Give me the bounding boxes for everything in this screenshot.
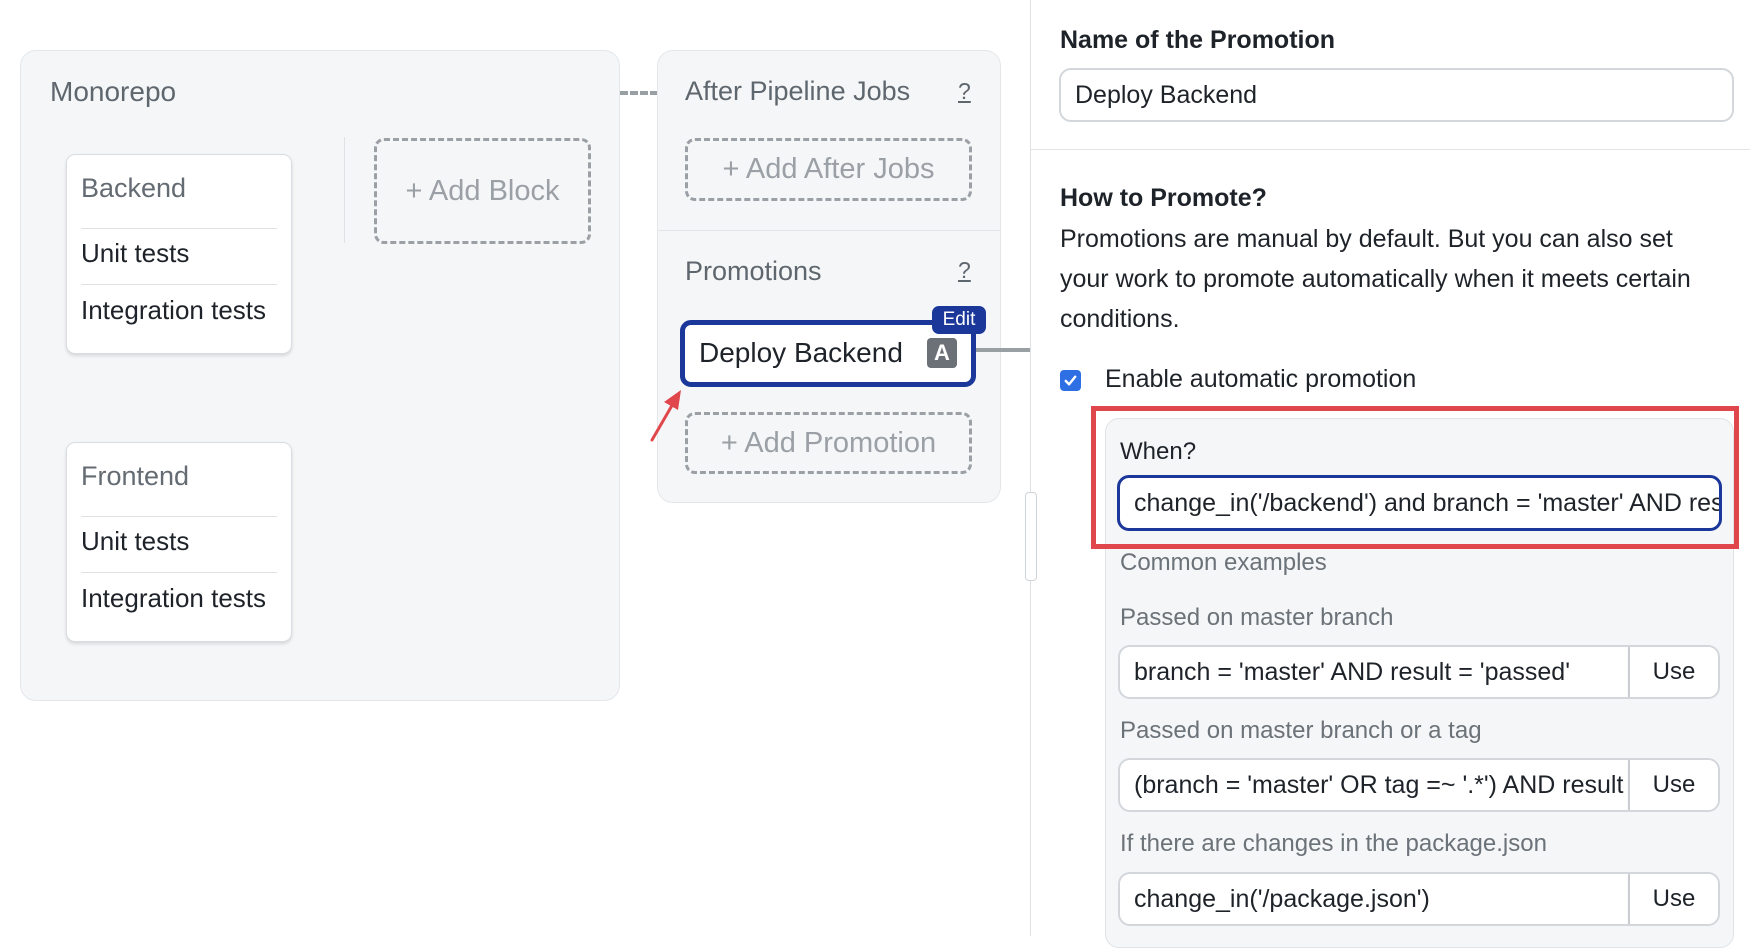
job-item[interactable]: Unit tests [81,526,189,557]
divider [81,228,277,229]
promotion-name-input[interactable]: Deploy Backend [1059,68,1734,122]
annotation-arrow-icon [650,390,681,442]
panel-resize-handle[interactable] [1025,492,1037,581]
stage-connector [620,91,658,95]
example-title: Passed on master branch [1120,604,1394,631]
use-example-button[interactable]: Use [1628,874,1718,924]
promotion-name-label: Name of the Promotion [1060,26,1336,54]
divider [81,516,277,517]
section-divider [657,230,1001,231]
auto-promotion-badge: A [927,338,957,368]
block-title: Frontend [81,461,190,491]
example-row: branch = 'master' AND result = 'passed' … [1118,645,1720,699]
use-example-button[interactable]: Use [1628,760,1718,810]
promotions-help-link[interactable]: ? [958,257,971,284]
common-examples-title: Common examples [1120,549,1327,576]
after-pipeline-title: After Pipeline Jobs [685,76,911,106]
after-pipeline-help-link[interactable]: ? [958,78,971,105]
job-item[interactable]: Integration tests [81,583,266,614]
divider [81,284,277,285]
example-title: If there are changes in the package.json [1120,830,1547,857]
example-value[interactable]: change_in('/package.json') [1120,874,1628,924]
example-value[interactable]: branch = 'master' AND result = 'passed' [1120,647,1628,697]
example-row: change_in('/package.json') Use [1118,872,1720,926]
edit-promotion-button[interactable]: Edit [932,306,986,334]
example-row: (branch = 'master' OR tag =~ '.*') AND r… [1118,758,1720,812]
block-column-divider [344,137,345,243]
highlight-annotation [1091,406,1739,549]
enable-auto-promotion-label[interactable]: Enable automatic promotion [1105,365,1416,394]
job-item[interactable]: Unit tests [81,238,189,269]
how-to-promote-title: How to Promote? [1060,184,1267,212]
add-after-jobs-button[interactable]: + Add After Jobs [685,138,972,201]
use-example-button[interactable]: Use [1628,647,1718,697]
block-title: Backend [81,173,187,203]
divider [81,572,277,573]
enable-auto-promotion-checkbox[interactable] [1060,370,1081,391]
promotion-connector [976,348,1030,352]
panel-divider [1030,0,1031,936]
checkmark-icon [1064,375,1077,386]
block-frontend[interactable]: Frontend Unit tests Integration tests [66,442,292,642]
add-promotion-button[interactable]: + Add Promotion [685,412,972,474]
add-block-button[interactable]: + Add Block [374,138,591,244]
section-divider [1031,149,1750,150]
example-value[interactable]: (branch = 'master' OR tag =~ '.*') AND r… [1120,760,1628,810]
stage-title: Monorepo [50,76,177,107]
example-title: Passed on master branch or a tag [1120,717,1482,744]
promotions-title: Promotions [685,256,822,286]
promotion-name: Deploy Backend [699,337,903,368]
how-to-promote-description: Promotions are manual by default. But yo… [1060,225,1691,333]
block-backend[interactable]: Backend Unit tests Integration tests [66,154,292,354]
job-item[interactable]: Integration tests [81,295,266,326]
